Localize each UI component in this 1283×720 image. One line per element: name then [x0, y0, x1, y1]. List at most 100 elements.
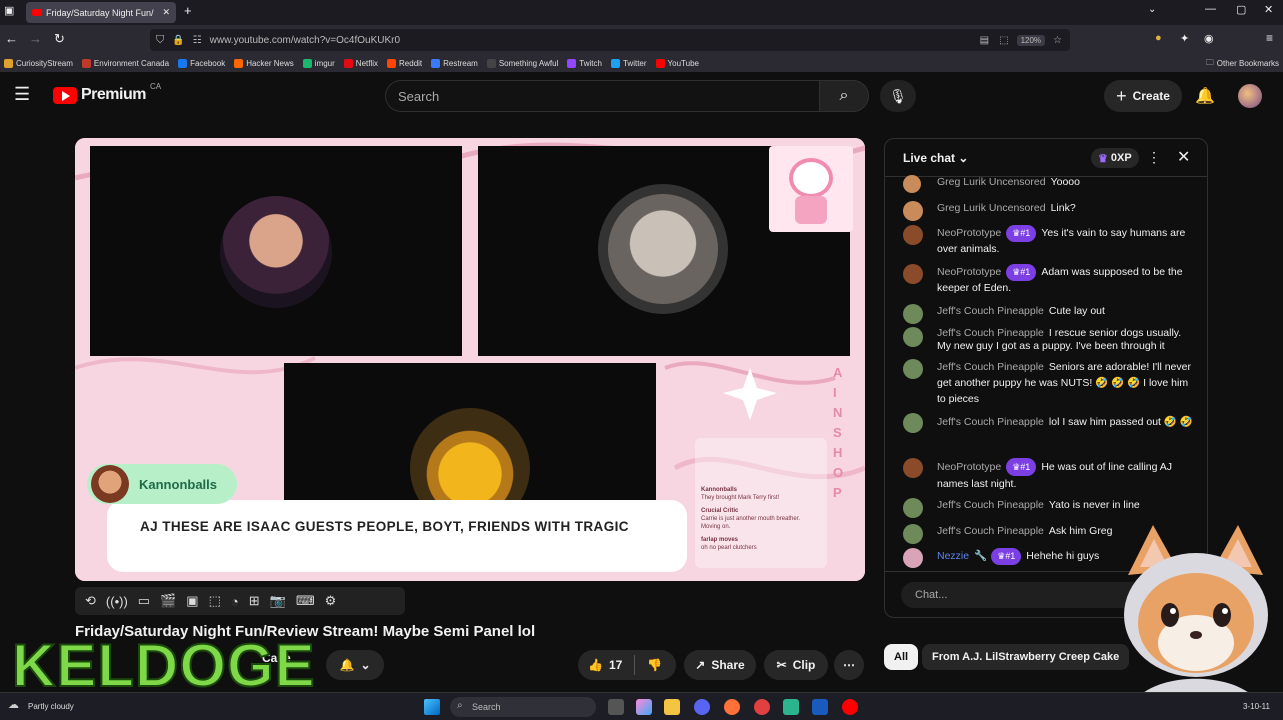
reload-icon[interactable]: ↻ [54, 31, 65, 47]
loop-icon[interactable]: ⟲ [85, 593, 96, 609]
tab-overview-icon[interactable]: ▣ [4, 4, 14, 17]
thumbs-down-icon[interactable]: 👎 [647, 658, 662, 672]
close-chat-icon[interactable]: ✕ [1177, 147, 1190, 167]
weather-icon[interactable]: ☁ [8, 698, 19, 711]
word-icon[interactable] [812, 699, 828, 715]
windows-taskbar: ☁ Partly cloudy ⌕ Search 3-10-11 [0, 692, 1283, 720]
youtube-logo[interactable]: Premium CA [53, 82, 161, 104]
clock-text[interactable]: 3-10-11 [1243, 702, 1270, 711]
chip-from-channel[interactable]: From A.J. LilStrawberry Creep Cake [922, 644, 1130, 670]
extensions-icon[interactable]: ✦ [1180, 32, 1189, 45]
new-tab-icon[interactable]: + [184, 3, 192, 18]
bookmark-3[interactable]: Hacker News [234, 59, 294, 68]
bookmark-star-icon[interactable]: ☆ [1053, 35, 1062, 46]
more-vertical-icon[interactable]: ⋮ [1147, 149, 1161, 166]
bookmark-5[interactable]: Netflix [343, 59, 378, 68]
bookmark-9[interactable]: Twitch [567, 59, 602, 68]
copilot-icon[interactable] [636, 699, 652, 715]
mini-chat-panel: Kannonballs They brought Mark Terry first… [695, 438, 827, 568]
bookmark-2[interactable]: Facebook [178, 59, 225, 68]
bookmark-0[interactable]: CuriosityStream [4, 59, 73, 68]
file-explorer-icon[interactable] [664, 699, 680, 715]
more-actions-button[interactable]: ⋯ [834, 650, 864, 680]
theater-icon[interactable]: ⬚ [209, 593, 221, 609]
bookmark-8[interactable]: Something Awful [486, 59, 558, 68]
bookmark-1[interactable]: Environment Canada [81, 59, 169, 68]
clip-button[interactable]: ✂ Clip [764, 650, 828, 680]
add-icon[interactable]: ⊞ [249, 593, 260, 609]
divider [634, 655, 636, 675]
share-icon: ↗ [695, 658, 706, 672]
app-icon[interactable] [754, 699, 770, 715]
chip-all[interactable]: All [884, 644, 919, 670]
guest-avatar [598, 184, 728, 314]
reader-view-icon[interactable]: ▤ [980, 35, 989, 46]
search-button[interactable]: ⌕ [819, 80, 869, 112]
hamburger-menu-icon[interactable]: ☰ [14, 84, 30, 105]
broadcast-icon[interactable]: ((•)) [106, 594, 128, 609]
like-dislike-button[interactable]: 👍 17 👎 [578, 650, 676, 680]
subscribe-bell-button[interactable]: 🔔 ⌄ [326, 650, 384, 680]
bookmark-6[interactable]: Reddit [387, 59, 422, 68]
avatar[interactable] [1238, 84, 1262, 108]
maximize-icon[interactable]: ▢ [1236, 3, 1246, 16]
zoom-level[interactable]: 120% [1016, 34, 1046, 46]
bookmark-favicon-icon [387, 59, 397, 68]
weather-text[interactable]: Partly cloudy [28, 702, 74, 711]
create-button[interactable]: + Create [1104, 80, 1182, 112]
thumbs-up-icon[interactable]: 👍 [588, 658, 603, 672]
bookmark-11[interactable]: YouTube [655, 59, 699, 68]
gear-icon[interactable]: ⚙ [325, 593, 337, 609]
taskbar-search[interactable]: ⌕ Search [450, 697, 596, 717]
close-tab-icon[interactable]: ✕ [162, 7, 176, 18]
miniplayer-icon[interactable]: ▣ [186, 593, 198, 609]
other-bookmarks[interactable]: 🗀 Other Bookmarks [1206, 57, 1283, 71]
task-view-icon[interactable] [608, 699, 624, 715]
live-chat-mode-dropdown[interactable]: Live chat ⌄ [903, 151, 968, 165]
speed-icon[interactable]: ◔ [231, 594, 239, 609]
browser-tab[interactable]: Friday/Saturday Night Fun/ ✕ [26, 2, 176, 23]
minimize-icon[interactable]: — [1205, 3, 1216, 15]
screenshot-icon[interactable]: ⬚ [999, 35, 1008, 46]
close-window-icon[interactable]: ✕ [1264, 3, 1273, 16]
bookmark-7[interactable]: Restream [431, 59, 478, 68]
shield-icon[interactable]: ⛉ [156, 34, 164, 47]
address-bar[interactable]: ⛉ 🔒 ☷ www.youtube.com/watch?v=Oc4fOuKUKr… [150, 29, 1070, 51]
profile-sync-icon[interactable]: ◉ [1204, 32, 1214, 45]
bookmark-favicon-icon [567, 59, 577, 68]
start-icon[interactable] [424, 699, 440, 715]
firefox-icon[interactable] [724, 699, 740, 715]
forward-icon[interactable]: → [29, 31, 42, 46]
voice-search-button[interactable]: 🎙 [880, 80, 916, 112]
avatar [903, 458, 923, 478]
share-button[interactable]: ↗ Share [684, 650, 756, 680]
camera-icon[interactable]: 📷 [270, 593, 286, 609]
permissions-icon[interactable]: ☷ [193, 35, 202, 46]
guest-avatar-small [91, 465, 129, 503]
search-input[interactable]: Search [385, 80, 819, 112]
avatar [903, 524, 923, 544]
folder-icon: 🗀 [1205, 57, 1214, 67]
discord-icon[interactable] [694, 699, 710, 715]
back-icon[interactable]: ← [5, 31, 18, 46]
avatar [903, 175, 921, 193]
extension-icon[interactable]: ● [1155, 32, 1162, 44]
youtube-icon[interactable] [842, 699, 858, 715]
lock-icon[interactable]: 🔒 [172, 35, 184, 46]
youtube-header: ☰ Premium CA Search ⌕ 🎙 + Create 🔔 [0, 72, 1283, 120]
notifications-bell-icon[interactable]: 🔔 [1195, 86, 1215, 106]
menu-icon[interactable]: ≡ [1266, 31, 1273, 45]
app-icon[interactable] [783, 699, 799, 715]
avatar [903, 327, 923, 347]
video-player[interactable]: Kannonballs AJ THESE ARE ISAAC GUESTS PE… [75, 138, 865, 581]
chevron-down-icon[interactable]: ⌄ [1148, 4, 1156, 15]
keyboard-icon[interactable]: ⌨ [296, 593, 315, 609]
avatar [903, 413, 923, 433]
member-badge: ♛#1 [991, 548, 1022, 565]
bookmark-4[interactable]: imgur [302, 59, 335, 68]
side-vertical-text: AIN SHOP [833, 365, 846, 500]
xp-badge[interactable]: ♛ 0XP [1091, 148, 1139, 168]
watch-later-icon[interactable]: ▭ [138, 593, 150, 609]
clapper-icon[interactable]: 🎬 [160, 593, 176, 609]
bookmark-10[interactable]: Twitter [610, 59, 647, 68]
